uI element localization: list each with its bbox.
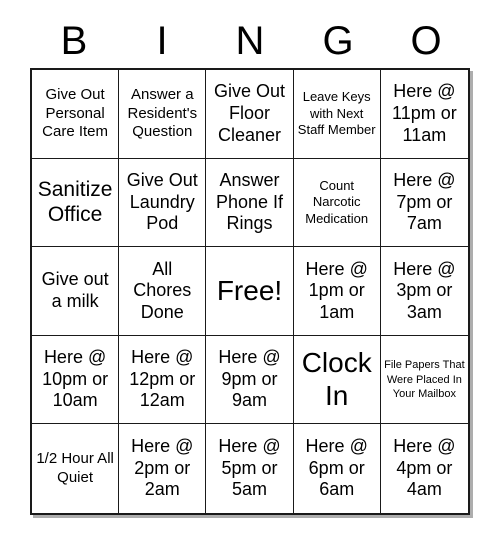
bingo-cell-label: File Papers That Were Placed In Your Mai… [384,359,465,400]
bingo-cell[interactable]: Give Out Laundry Pod [119,158,207,248]
bingo-cell[interactable]: Here @ 2pm or 2am [119,424,207,513]
bingo-cell[interactable]: Here @ 9pm or 9am [206,335,294,425]
bingo-cell-label: Here @ 5pm or 5am [218,436,281,500]
bingo-cell[interactable]: Free! [206,247,294,336]
bingo-cell[interactable]: Answer a Resident's Question [119,70,207,159]
bingo-card: B I N G O Give Out Personal Care Item Ans… [0,0,500,544]
bingo-cell[interactable]: Answer Phone If Rings [206,158,294,248]
bingo-cell-label: Here @ 1pm or 1am [305,258,368,322]
bingo-cell[interactable]: Clock In [293,335,381,425]
header-letter-g: G [322,19,354,63]
bingo-cell[interactable]: Give Out Personal Care Item [32,70,120,159]
bingo-cell-label: Give Out Personal Care Item [42,86,109,140]
bingo-cell-label: Clock In [301,347,372,411]
bingo-cell-label: All Chores Done [133,258,192,322]
bingo-cell[interactable]: File Papers That Were Placed In Your Mai… [380,335,468,425]
bingo-cell[interactable]: Here @ 3pm or 3am [380,247,468,336]
header-letter-o: O [410,19,442,63]
header-letter-i: I [156,19,168,63]
bingo-cell[interactable]: Here @ 6pm or 6am [293,424,381,513]
bingo-cell[interactable]: Here @ 12pm or 12am [119,335,207,425]
bingo-cell-label: Give Out Laundry Pod [126,170,198,234]
bingo-cell[interactable]: Give out a milk [32,247,120,336]
bingo-cell-label: Here @ 12pm or 12am [129,347,196,411]
bingo-cell-label: Here @ 6pm or 6am [305,436,368,500]
bingo-cell-label: Give out a milk [41,269,109,311]
bingo-cell-label: 1/2 Hour All Quiet [36,450,114,486]
bingo-cell[interactable]: Here @ 7pm or 7am [380,158,468,248]
bingo-cell-label: Answer Phone If Rings [215,170,284,234]
bingo-grid: Give Out Personal Care Item Answer a Resi… [30,68,470,515]
bingo-cell[interactable]: Here @ 4pm or 4am [380,424,468,513]
bingo-cell-label: Give Out Floor Cleaner [213,81,285,145]
bingo-header: B I N G O [30,14,470,68]
bingo-cell-label: Here @ 9pm or 9am [218,347,281,411]
bingo-cell[interactable]: 1/2 Hour All Quiet [32,424,120,513]
bingo-cell-label: Here @ 2pm or 2am [131,436,194,500]
bingo-cell[interactable]: Here @ 5pm or 5am [206,424,294,513]
bingo-cell[interactable]: Leave Keys with Next Staff Member [293,70,381,159]
bingo-cell-label: Here @ 3pm or 3am [393,258,456,322]
bingo-cell[interactable]: Give Out Floor Cleaner [206,70,294,159]
bingo-cell[interactable]: All Chores Done [119,247,207,336]
bingo-cell-label: Leave Keys with Next Staff Member [297,89,376,137]
bingo-cell-label: Sanitize Office [37,178,113,227]
bingo-cell[interactable]: Here @ 10pm or 10am [32,335,120,425]
bingo-cell-label: Free! [216,274,283,306]
bingo-cell-label: Here @ 4pm or 4am [393,436,456,500]
header-letter-n: N [235,19,265,63]
bingo-cell[interactable]: Here @ 11pm or 11am [380,70,468,159]
bingo-cell[interactable]: Sanitize Office [32,158,120,248]
bingo-cell-label: Here @ 7pm or 7am [393,170,456,234]
header-letter-b: B [60,19,88,63]
bingo-cell[interactable]: Here @ 1pm or 1am [293,247,381,336]
bingo-cell-label: Count Narcotic Medication [305,178,369,226]
bingo-cell-label: Here @ 11pm or 11am [392,81,457,145]
bingo-cell-label: Answer a Resident's Question [127,86,198,140]
bingo-cell-label: Here @ 10pm or 10am [42,347,109,411]
bingo-cell[interactable]: Count Narcotic Medication [293,158,381,248]
